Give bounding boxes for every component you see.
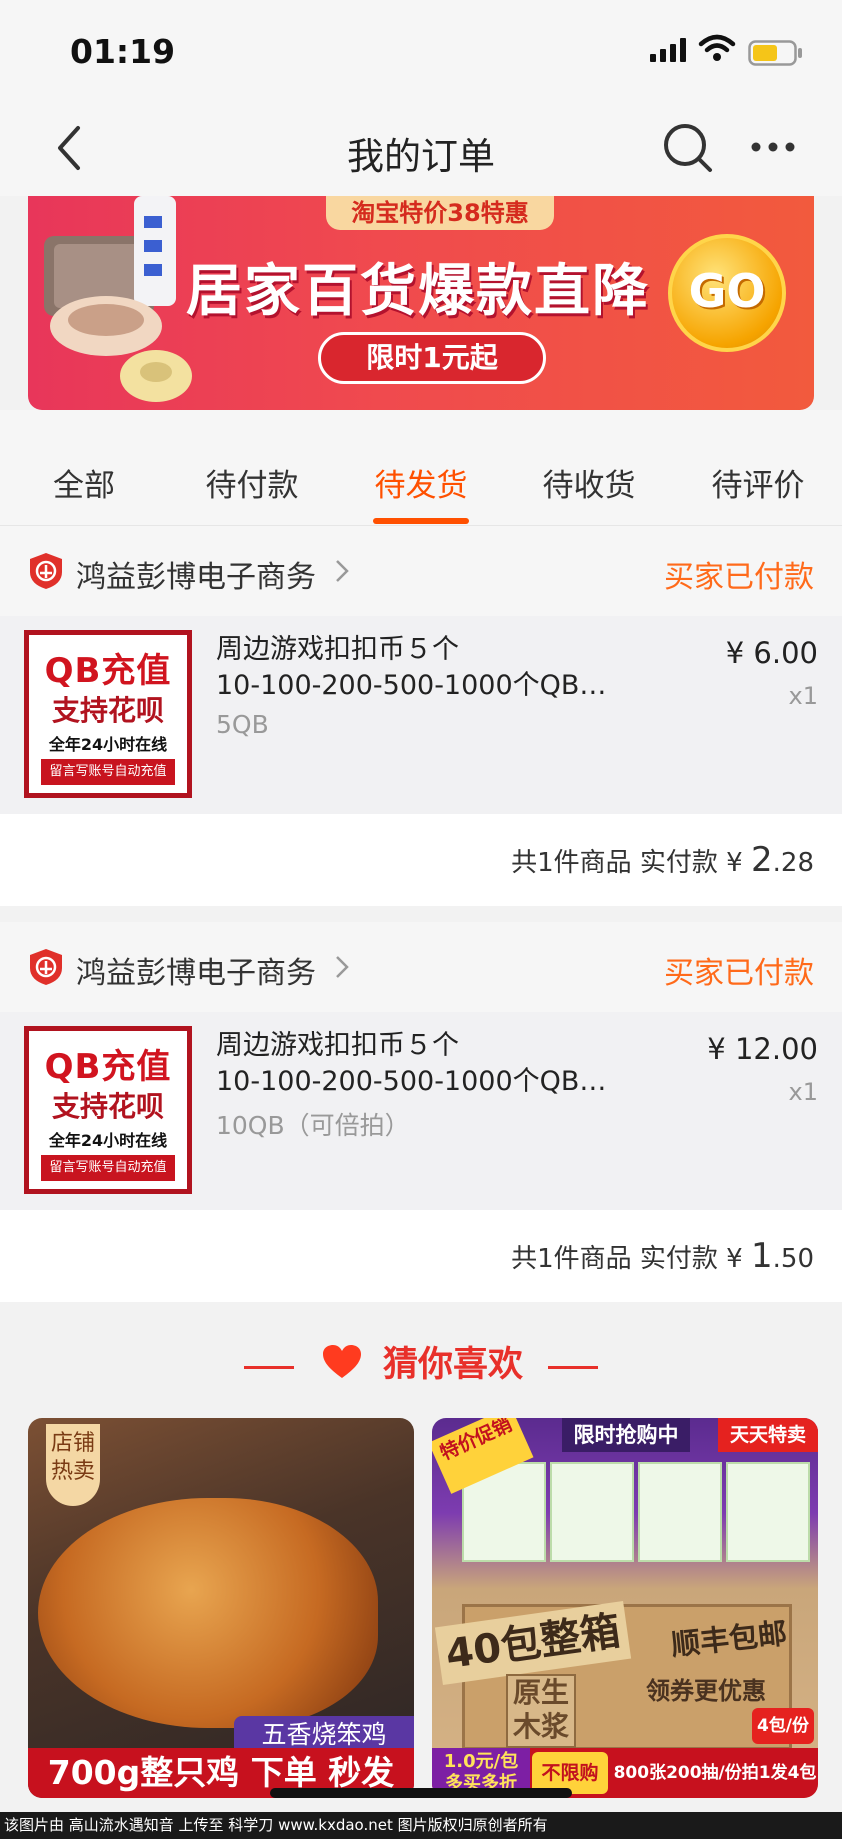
order-header[interactable]: 鸿益彭博电子商务 买家已付款 [0,922,842,1012]
thumb-note: 全年24小时在线 [48,1131,168,1150]
tab-pending-shipment[interactable]: 待发货 [337,460,505,505]
item-sku: 10QB（可倍拍） [216,1111,410,1140]
status-bar: 01:19 [0,0,842,100]
item-price: ¥ 12.00 [707,1032,818,1066]
battery-icon [748,40,802,66]
tissue-pack-image [726,1462,810,1562]
order-summary: 共1件商品 实付款 ¥ 1.50 [0,1210,842,1302]
brand-label: 天天特卖 [718,1418,818,1452]
promo-banner[interactable]: 淘宝特价38特惠 居家百货爆款直降 限时1元起 GO [28,196,814,410]
recommend-title-text: 猜你喜欢 [382,1345,523,1385]
coupon-label: 领券更优惠 [646,1677,766,1705]
recommend-product-card[interactable]: 店铺热卖 五香烧笨鸡 700g整只鸡 下单 秒发 [28,1418,414,1798]
total-integer: 2 [751,840,773,880]
signal-icon [650,38,686,62]
wifi-icon [698,34,736,61]
thumb-title: QB充值 [44,1047,172,1087]
banner-tag: 淘宝特价38特惠 [326,196,554,230]
home-indicator[interactable] [270,1788,572,1798]
banner-headline: 居家百货爆款直降 [186,259,650,324]
total-decimal: .28 [772,848,814,878]
navigation-bar: 我的订单 [0,100,842,196]
order-tabs: 全部 待付款 待发货 待收货 待评价 [0,410,842,526]
banner-go-button[interactable]: GO [668,234,786,352]
thumb-note: 全年24小时在线 [48,735,168,754]
shop-name[interactable]: 鸿益彭博电子商务 [76,948,316,992]
item-title-line-2: 10-100-200-500-1000个QB… [216,1066,607,1097]
banner-products-image [44,196,192,402]
tab-pending-payment[interactable]: 待付款 [168,460,336,505]
section-divider-right [548,1366,598,1369]
total-integer: 1 [751,1236,773,1276]
order-header[interactable]: 鸿益彭博电子商务 买家已付款 [0,526,842,616]
order-total: 共1件商品 实付款 ¥ 2.28 [511,840,814,880]
thumb-subtitle: 支持花呗 [51,1090,164,1123]
order-card: 鸿益彭博电子商务 买家已付款 QB充值 支持花呗 全年24小时在线 留言写账号自… [0,526,842,906]
thumb-subtitle: 支持花呗 [51,694,164,727]
roast-chicken-image [38,1498,378,1728]
recommend-product-card[interactable]: 特价促销 限时抢购中 天天特卖 40包整箱 顺丰包邮 原生木浆 领券更优惠 4包… [432,1418,818,1798]
order-status: 买家已付款 [664,956,814,991]
spec-label: 800张200抽/份拍1发4包 [613,1763,817,1783]
total-decimal: .50 [772,1244,814,1274]
item-title[interactable]: 周边游戏扣扣币５个 10-100-200-500-1000个QB… [216,632,656,704]
order-status: 买家已付款 [664,560,814,595]
total-prefix: 共1件商品 实付款 ¥ [511,1244,751,1274]
item-price: ¥ 6.00 [725,636,818,670]
item-title-line-1: 周边游戏扣扣币５个 [216,634,459,665]
shop-badge-icon [30,553,62,589]
total-prefix: 共1件商品 实付款 ¥ [511,848,751,878]
order-item[interactable]: QB充值 支持花呗 全年24小时在线 留言写账号自动充值 周边游戏扣扣币５个 1… [0,1012,842,1210]
item-quantity: x1 [788,1078,818,1106]
more-icon[interactable] [750,140,796,154]
item-title-line-1: 周边游戏扣扣币５个 [216,1030,459,1061]
tissue-pack-image [638,1462,722,1562]
item-quantity: x1 [788,682,818,710]
shop-name[interactable]: 鸿益彭博电子商务 [76,552,316,596]
banner-cta-pill[interactable]: 限时1元起 [318,332,546,384]
product-thumbnail[interactable]: QB充值 支持花呗 全年24小时在线 留言写账号自动充值 [24,1026,192,1194]
shop-badge-icon [30,949,62,985]
flash-sale-label: 限时抢购中 [562,1418,690,1452]
order-total: 共1件商品 实付款 ¥ 1.50 [511,1236,814,1276]
order-card: 鸿益彭博电子商务 买家已付款 QB充值 支持花呗 全年24小时在线 留言写账号自… [0,922,842,1302]
hot-sale-badge: 店铺热卖 [46,1424,100,1506]
item-sku: 5QB [216,710,269,739]
tab-pending-receipt[interactable]: 待收货 [505,460,673,505]
search-icon[interactable] [660,120,716,176]
recommend-title: 猜你喜欢 [0,1336,842,1387]
order-summary: 共1件商品 实付款 ¥ 2.28 [0,814,842,906]
material-label: 原生木浆 [506,1674,576,1748]
tissue-pack-image [550,1462,634,1562]
chevron-right-icon [336,560,349,582]
product-thumbnail[interactable]: QB充值 支持花呗 全年24小时在线 留言写账号自动充值 [24,630,192,798]
tab-all[interactable]: 全部 [0,460,168,505]
tab-pending-review[interactable]: 待评价 [674,460,842,505]
active-tab-indicator [373,518,469,524]
chevron-right-icon [336,956,349,978]
per-set-label: 4包/份 [752,1708,814,1744]
order-item[interactable]: QB充值 支持花呗 全年24小时在线 留言写账号自动充值 周边游戏扣扣币５个 1… [0,616,842,814]
watermark-footer: 该图片由 高山流水遇知音 上传至 科学刀 www.kxdao.net 图片版权归… [0,1812,842,1839]
item-title[interactable]: 周边游戏扣扣币５个 10-100-200-500-1000个QB… [216,1028,656,1100]
thumb-footer: 留言写账号自动充值 [41,1155,175,1181]
thumb-footer: 留言写账号自动充值 [41,759,175,785]
status-time: 01:19 [70,32,176,71]
thumb-title: QB充值 [44,651,172,691]
item-title-line-2: 10-100-200-500-1000个QB… [216,670,607,701]
